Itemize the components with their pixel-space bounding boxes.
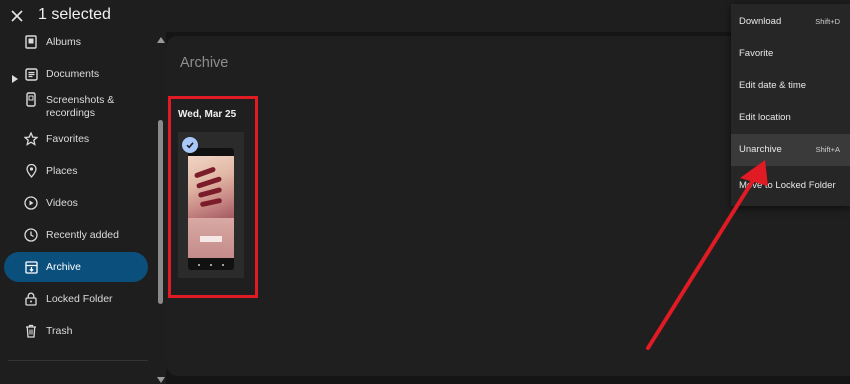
menu-item-label: Move to Locked Folder [739, 180, 836, 191]
history-icon [24, 228, 38, 242]
star-icon [24, 132, 38, 146]
menu-item-label: Edit date & time [739, 80, 807, 91]
menu-item-shortcut: Shift+A [815, 145, 840, 154]
location-pin-icon [24, 164, 38, 178]
sidebar-item-label: Favorites [46, 132, 90, 145]
trash-icon [24, 324, 38, 338]
selected-check-icon[interactable] [182, 137, 198, 153]
sidebar-item-label: Documents [46, 67, 100, 80]
sidebar-item-favorites[interactable]: Favorites [4, 124, 148, 154]
sidebar-item-locked-folder[interactable]: Locked Folder [4, 284, 148, 314]
sidebar-item-label: Videos [46, 196, 78, 209]
sidebar-item-places[interactable]: Places [4, 156, 148, 186]
sidebar-item-documents[interactable]: Documents [4, 59, 148, 89]
sidebar-divider [8, 360, 148, 361]
sidebar-item-videos[interactable]: Videos [4, 188, 148, 218]
menu-item-label: Edit location [739, 112, 791, 123]
menu-item-download[interactable]: Download Shift+D [731, 6, 850, 38]
menu-item-shortcut: Shift+D [815, 17, 840, 26]
sidebar-item-label: Locked Folder [46, 292, 113, 305]
menu-item-label: Unarchive [739, 144, 782, 155]
menu-item-unarchive[interactable]: Unarchive Shift+A [731, 134, 850, 166]
menu-item-edit-date-time[interactable]: Edit date & time [731, 70, 850, 102]
sidebar-item-label: Albums [46, 35, 82, 48]
scrollbar-thumb[interactable] [158, 120, 163, 304]
lock-icon [24, 292, 38, 306]
sidebar-item-albums[interactable]: Albums [4, 27, 148, 57]
documents-icon [24, 67, 38, 81]
menu-item-edit-location[interactable]: Edit location [731, 102, 850, 134]
date-group-label: Wed, Mar 25 [178, 109, 237, 120]
page-title: Archive [180, 55, 229, 71]
sidebar-item-recently-added[interactable]: Recently added [4, 220, 148, 250]
sidebar-item-trash[interactable]: Trash [4, 316, 148, 346]
albums-icon [24, 35, 38, 49]
menu-item-favorite[interactable]: Favorite [731, 38, 850, 70]
sidebar-item-label: Trash [46, 324, 73, 337]
sidebar-item-screenshots[interactable]: Screenshots & recordings [4, 91, 148, 125]
sidebar-item-archive[interactable]: Archive [4, 252, 148, 282]
play-icon [24, 196, 38, 210]
archive-icon [24, 260, 38, 274]
screenshots-icon [24, 91, 38, 107]
photo-preview [188, 148, 234, 270]
sidebar-item-label: Screenshots & recordings [46, 94, 115, 119]
scroll-up-arrow-icon[interactable] [157, 37, 165, 43]
sidebar-item-label: Archive [46, 260, 82, 273]
scroll-down-arrow-icon[interactable] [157, 377, 165, 383]
selection-count-title: 1 selected [38, 6, 111, 23]
context-menu: Download Shift+D Favorite Edit date & ti… [731, 4, 850, 206]
menu-item-label: Download [739, 16, 782, 27]
sidebar-item-label: Recently added [46, 228, 119, 241]
menu-item-move-to-locked-folder[interactable]: Move to Locked Folder [731, 170, 850, 202]
sidebar-item-label: Places [46, 164, 78, 177]
menu-item-label: Favorite [739, 48, 774, 59]
close-icon[interactable] [6, 5, 28, 27]
caret-right-icon[interactable] [12, 70, 18, 83]
